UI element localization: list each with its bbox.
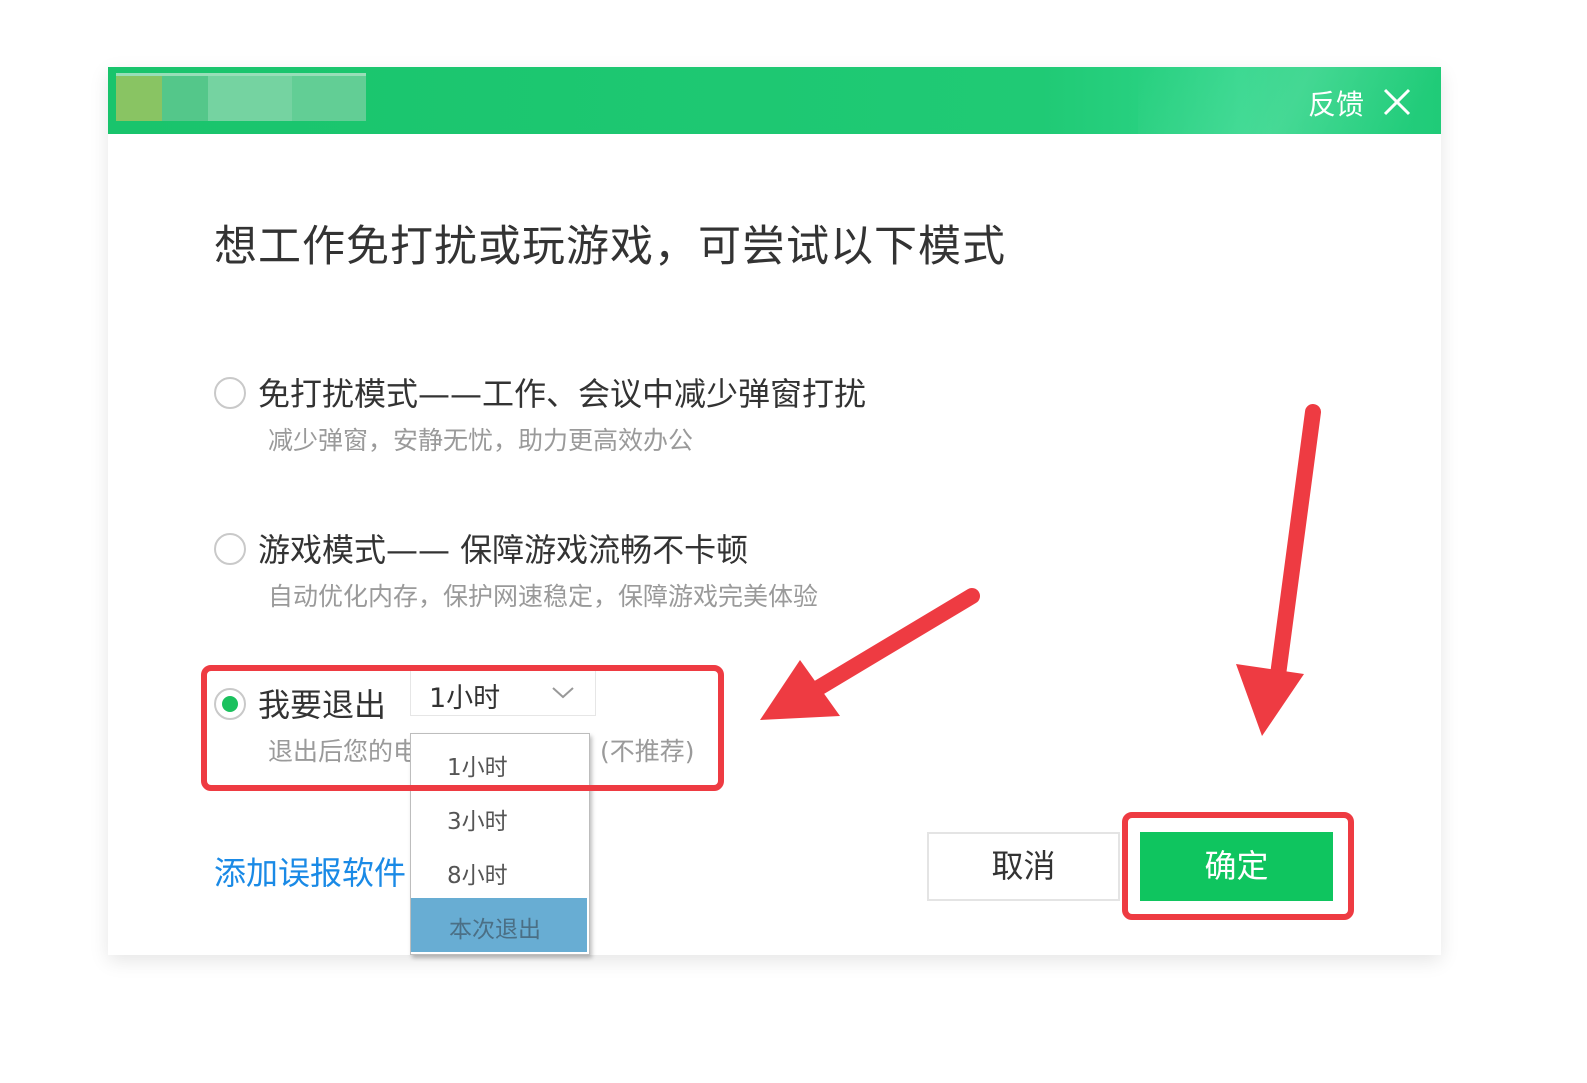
app-logo (116, 73, 366, 121)
dropdown-item-label: 3小时 (447, 809, 508, 835)
option-subtitle: 减少弹窗，安静无忧，助力更高效办公 (268, 426, 694, 455)
cancel-button[interactable]: 取消 (927, 832, 1120, 901)
feedback-link[interactable]: 反馈 (1308, 83, 1364, 123)
radio-game-mode[interactable] (214, 533, 246, 565)
dropdown-item-exit-this-time[interactable]: 本次退出 (411, 898, 587, 952)
dropdown-item-3h[interactable]: 3小时 (411, 790, 587, 844)
option-title: 免打扰模式——工作、会议中减少弹窗打扰 (258, 375, 867, 413)
headline: 想工作免打扰或玩游戏，可尝试以下模式 (214, 222, 1006, 272)
option-subtitle: 自动优化内存，保护网速稳定，保障游戏完美体验 (268, 582, 819, 611)
radio-do-not-disturb[interactable] (214, 377, 246, 409)
highlight-box-ok-button (1122, 812, 1354, 920)
add-false-positive-link[interactable]: 添加误报软件 (214, 848, 406, 894)
title-bar: 反馈 (108, 67, 1441, 134)
dropdown-item-label: 8小时 (447, 863, 508, 889)
option-title: 游戏模式—— 保障游戏流畅不卡顿 (258, 531, 749, 569)
highlight-box-exit-option (201, 665, 724, 791)
dropdown-item-8h[interactable]: 8小时 (411, 844, 587, 898)
dropdown-item-label: 本次退出 (449, 917, 541, 943)
close-icon[interactable] (1380, 85, 1414, 119)
